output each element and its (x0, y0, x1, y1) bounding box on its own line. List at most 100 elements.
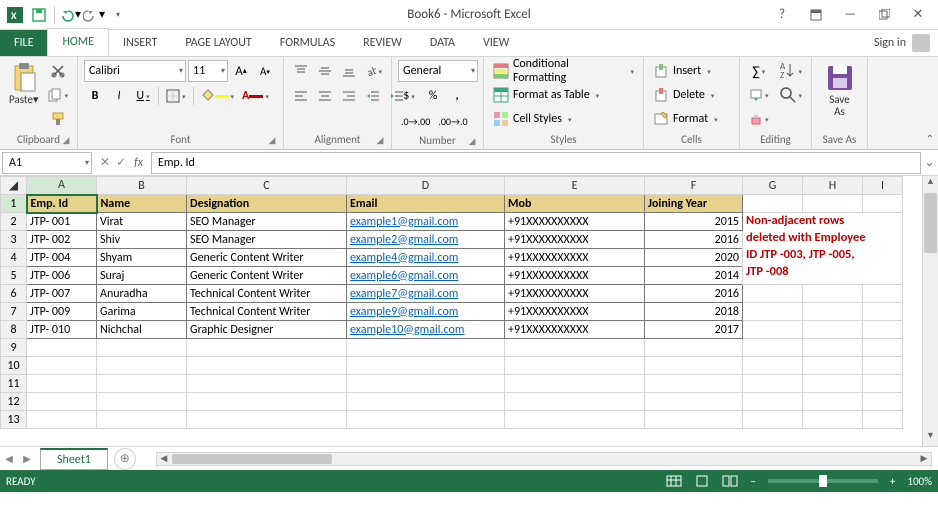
cell[interactable] (803, 303, 863, 321)
undo-icon[interactable]: ▾ (59, 4, 81, 26)
cell[interactable]: JTP- 001 (27, 213, 97, 231)
increase-font-icon[interactable]: A▴ (230, 60, 252, 82)
cell[interactable]: example4@gmail.com (347, 249, 505, 267)
number-format-combo[interactable]: General▾ (398, 60, 478, 82)
column-header[interactable]: A (27, 177, 97, 195)
zoom-in-icon[interactable]: + (884, 475, 901, 488)
row-header[interactable]: 6 (1, 285, 27, 303)
sign-in[interactable]: Sign in (874, 34, 930, 52)
tab-review[interactable]: REVIEW (349, 30, 416, 56)
cell[interactable]: 2015 (645, 213, 743, 231)
cell[interactable] (863, 321, 903, 339)
cell[interactable]: 2016 (645, 285, 743, 303)
view-normal-icon[interactable] (660, 475, 688, 487)
cell[interactable]: JTP- 010 (27, 321, 97, 339)
row-header[interactable]: 11 (1, 375, 27, 393)
save-as-button[interactable]: SaveAs (818, 60, 861, 131)
cell[interactable]: +91XXXXXXXXXX (505, 213, 645, 231)
align-left-icon[interactable] (290, 85, 312, 107)
email-link[interactable]: example1@gmail.com (350, 215, 458, 229)
cell[interactable] (187, 357, 347, 375)
cell[interactable]: +91XXXXXXXXXX (505, 249, 645, 267)
cell[interactable] (505, 375, 645, 393)
cell[interactable]: example7@gmail.com (347, 285, 505, 303)
cell[interactable] (27, 393, 97, 411)
cell[interactable] (803, 357, 863, 375)
cell[interactable] (803, 393, 863, 411)
cell[interactable] (743, 357, 803, 375)
cell[interactable]: Suraj (97, 267, 187, 285)
cell[interactable] (27, 339, 97, 357)
cell[interactable] (863, 357, 903, 375)
sheet-nav-prev-icon[interactable]: ◀ (0, 452, 18, 465)
cell[interactable]: Generic Content Writer (187, 267, 347, 285)
cell[interactable] (803, 195, 863, 213)
cell[interactable]: Generic Content Writer (187, 249, 347, 267)
email-link[interactable]: example7@gmail.com (350, 287, 458, 301)
cell[interactable] (743, 285, 803, 303)
cut-icon[interactable] (47, 60, 69, 82)
cell[interactable] (97, 375, 187, 393)
cell[interactable]: Graphic Designer (187, 321, 347, 339)
zoom-slider[interactable] (768, 479, 878, 483)
cell[interactable]: Technical Content Writer (187, 285, 347, 303)
row-header[interactable]: 12 (1, 393, 27, 411)
cell[interactable] (743, 303, 803, 321)
email-link[interactable]: example9@gmail.com (350, 305, 458, 319)
comma-format-icon[interactable]: , (446, 85, 468, 107)
excel-app-icon[interactable]: X (4, 4, 26, 26)
email-link[interactable]: example2@gmail.com (350, 233, 458, 247)
column-header[interactable]: G (743, 177, 803, 195)
vertical-scrollbar[interactable]: ▲▼ (922, 176, 938, 446)
cell[interactable]: 2018 (645, 303, 743, 321)
column-header[interactable]: F (645, 177, 743, 195)
cell[interactable] (645, 339, 743, 357)
cell[interactable] (863, 375, 903, 393)
cell[interactable]: JTP- 002 (27, 231, 97, 249)
cell[interactable] (347, 375, 505, 393)
percent-format-icon[interactable]: % (422, 85, 444, 107)
tab-page-layout[interactable]: PAGE LAYOUT (171, 30, 265, 56)
tab-data[interactable]: DATA (416, 30, 469, 56)
autosum-icon[interactable]: ∑▾ (748, 60, 770, 82)
row-header[interactable]: 3 (1, 231, 27, 249)
cell[interactable]: example9@gmail.com (347, 303, 505, 321)
row-header[interactable]: 4 (1, 249, 27, 267)
cell[interactable]: +91XXXXXXXXXX (505, 267, 645, 285)
cell[interactable]: 2017 (645, 321, 743, 339)
tab-insert[interactable]: INSERT (109, 30, 171, 56)
email-link[interactable]: example6@gmail.com (350, 269, 458, 283)
cell[interactable]: Garima (97, 303, 187, 321)
email-link[interactable]: example4@gmail.com (350, 251, 458, 265)
cell[interactable]: JTP- 009 (27, 303, 97, 321)
cell[interactable] (505, 393, 645, 411)
cell[interactable] (863, 411, 903, 429)
align-middle-icon[interactable] (314, 60, 336, 82)
column-header[interactable]: I (863, 177, 903, 195)
cell[interactable] (645, 411, 743, 429)
cell[interactable]: example2@gmail.com (347, 231, 505, 249)
fill-icon[interactable]: ▾ (746, 84, 772, 106)
cell[interactable]: example10@gmail.com (347, 321, 505, 339)
decrease-font-icon[interactable]: A▾ (254, 60, 276, 82)
cell[interactable] (347, 393, 505, 411)
cell[interactable]: +91XXXXXXXXXX (505, 321, 645, 339)
cell[interactable]: Name (97, 195, 187, 213)
cell[interactable] (803, 411, 863, 429)
fill-color-icon[interactable]: ▾ (198, 85, 238, 107)
orientation-icon[interactable]: ab▾ (362, 60, 385, 82)
cell[interactable]: Shyam (97, 249, 187, 267)
name-box[interactable]: A1▾ (2, 152, 92, 174)
redo-icon[interactable]: ▾ (83, 4, 105, 26)
cell[interactable] (645, 357, 743, 375)
format-as-table-button[interactable]: Format as Table▾ (490, 84, 637, 106)
cell[interactable]: Email (347, 195, 505, 213)
cell[interactable] (803, 321, 863, 339)
enter-formula-icon[interactable]: ✓ (116, 155, 126, 170)
cell[interactable] (97, 339, 187, 357)
cell[interactable]: Joining Year (645, 195, 743, 213)
copy-icon[interactable]: ▾ (45, 84, 71, 106)
number-launcher-icon[interactable]: ◢ (466, 135, 478, 147)
cell[interactable] (27, 411, 97, 429)
qat-customize-icon[interactable]: ▾ (107, 4, 129, 26)
